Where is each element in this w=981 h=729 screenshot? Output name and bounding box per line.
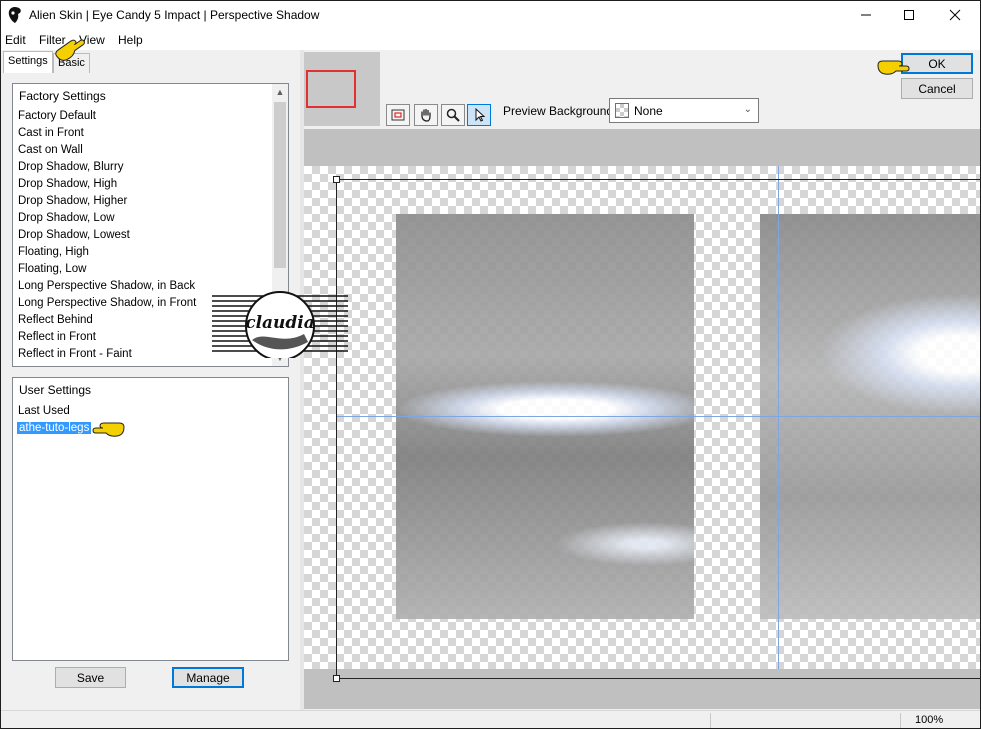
cancel-button[interactable]: Cancel bbox=[901, 78, 973, 99]
background-swatch bbox=[615, 103, 629, 118]
minimize-button[interactable] bbox=[843, 0, 889, 30]
horizontal-guide[interactable] bbox=[337, 416, 981, 417]
zoom-level: 100% bbox=[915, 714, 944, 726]
menu-bar: Edit Filter View Help bbox=[0, 30, 981, 50]
navigator-thumbnail[interactable] bbox=[304, 52, 380, 126]
alien-skin-app-icon bbox=[8, 7, 21, 23]
settings-tabs: Settings Basic bbox=[0, 50, 300, 74]
vertical-guide[interactable] bbox=[778, 166, 779, 669]
title-bar: Alien Skin | Eye Candy 5 Impact | Perspe… bbox=[0, 0, 981, 30]
factory-settings-header: Factory Settings bbox=[19, 89, 106, 103]
list-item[interactable]: Floating, Low bbox=[18, 263, 86, 275]
list-item[interactable]: Last Used bbox=[18, 405, 70, 417]
watermark-text: claudia bbox=[245, 313, 315, 333]
list-item[interactable]: Drop Shadow, High bbox=[18, 178, 117, 190]
navigator-icon bbox=[391, 109, 405, 121]
maximize-button[interactable] bbox=[886, 0, 932, 30]
user-settings-list[interactable]: User Settings Last Used athe-tuto-legs bbox=[12, 377, 289, 661]
menu-edit[interactable]: Edit bbox=[5, 33, 26, 47]
list-item-selected[interactable]: athe-tuto-legs bbox=[17, 422, 92, 434]
list-item[interactable]: Drop Shadow, Lowest bbox=[18, 229, 130, 241]
preview-background-label: Preview Background: bbox=[503, 104, 617, 118]
list-item[interactable]: Long Perspective Shadow, in Front bbox=[18, 297, 196, 309]
preview-background-value: None bbox=[634, 104, 663, 118]
list-item[interactable]: Cast on Wall bbox=[18, 144, 83, 156]
zoom-magnifier-icon bbox=[446, 108, 460, 122]
status-separator bbox=[900, 713, 901, 728]
list-item[interactable]: Reflect in Front - Faint bbox=[18, 348, 132, 360]
claudia-watermark-logo: claudia bbox=[212, 291, 348, 358]
user-settings-header: User Settings bbox=[19, 383, 92, 397]
manage-button[interactable]: Manage bbox=[172, 667, 244, 688]
bounding-box-handle[interactable] bbox=[333, 675, 340, 682]
status-separator bbox=[710, 713, 711, 728]
list-item[interactable]: Reflect in Front bbox=[18, 331, 96, 343]
select-tool[interactable] bbox=[467, 104, 491, 126]
navigator-view-rect[interactable] bbox=[306, 70, 356, 108]
status-bar: 100% bbox=[0, 710, 981, 729]
navigator-tool[interactable] bbox=[386, 104, 410, 126]
list-item[interactable]: Drop Shadow, Blurry bbox=[18, 161, 123, 173]
close-button[interactable] bbox=[932, 0, 978, 30]
list-item[interactable]: Cast in Front bbox=[18, 127, 84, 139]
pointer-hand-icon bbox=[877, 60, 910, 75]
pointer-hand-icon bbox=[92, 422, 125, 437]
scroll-up-arrow-icon[interactable]: ▲ bbox=[272, 84, 288, 100]
scroll-thumb[interactable] bbox=[274, 102, 286, 268]
save-button[interactable]: Save bbox=[55, 667, 126, 688]
chevron-down-icon[interactable]: ⌄ bbox=[744, 104, 752, 115]
preview-background-select[interactable]: None ⌄ bbox=[609, 98, 759, 123]
list-item[interactable]: Reflect Behind bbox=[18, 314, 93, 326]
list-item[interactable]: Floating, High bbox=[18, 246, 89, 258]
bounding-box-top-edge[interactable] bbox=[336, 179, 981, 180]
preview-canvas[interactable] bbox=[304, 129, 981, 709]
bounding-box-bottom-edge[interactable] bbox=[336, 678, 981, 679]
arrow-select-icon bbox=[475, 107, 486, 122]
list-item[interactable]: Long Perspective Shadow, in Back bbox=[18, 280, 195, 292]
hand-pan-icon bbox=[421, 108, 431, 122]
minimize-icon bbox=[861, 14, 871, 16]
window-title: Alien Skin | Eye Candy 5 Impact | Perspe… bbox=[29, 8, 320, 22]
hand-tool[interactable] bbox=[414, 104, 438, 126]
list-item[interactable]: Drop Shadow, Low bbox=[18, 212, 115, 224]
list-item[interactable]: Drop Shadow, Higher bbox=[18, 195, 127, 207]
bounding-box-left-edge[interactable] bbox=[336, 179, 337, 679]
bounding-box-handle[interactable] bbox=[333, 176, 340, 183]
close-icon bbox=[949, 9, 961, 21]
menu-help[interactable]: Help bbox=[118, 33, 143, 47]
tab-settings[interactable]: Settings bbox=[3, 51, 53, 73]
zoom-tool[interactable] bbox=[441, 104, 465, 126]
maximize-icon bbox=[904, 10, 914, 20]
ok-button[interactable]: OK bbox=[901, 53, 973, 74]
list-item[interactable]: Factory Default bbox=[18, 110, 96, 122]
